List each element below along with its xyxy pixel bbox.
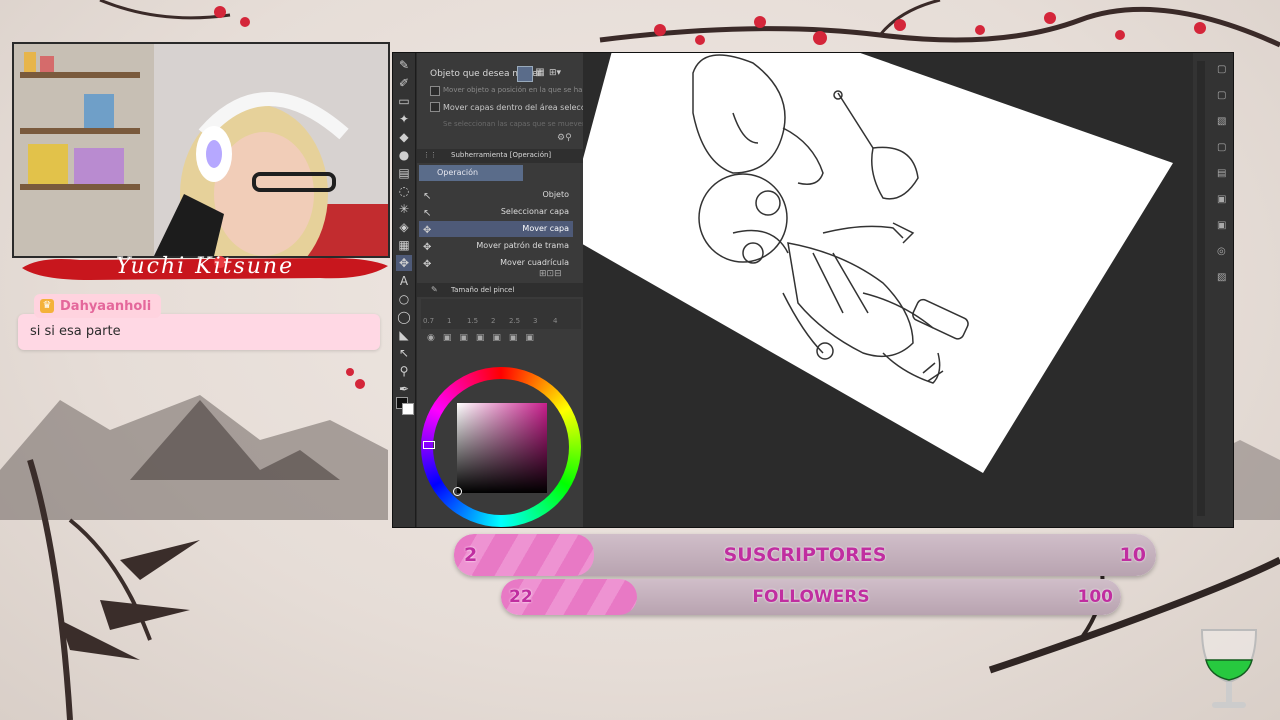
color-picker-handle[interactable] — [453, 487, 462, 496]
brush-icon[interactable]: ✐ — [396, 75, 412, 91]
brush-size-value[interactable]: 1 — [447, 317, 451, 325]
sub-color-swatch[interactable] — [402, 403, 414, 415]
subtool-item-mover-patron[interactable]: ✥ Mover patrón de trama — [419, 238, 573, 254]
decoration-icon[interactable]: ✦ — [396, 111, 412, 127]
brush-size-presets[interactable]: 0.7 1 1.5 2 2.5 3 4 — [421, 299, 581, 329]
text-icon[interactable]: A — [396, 273, 412, 289]
balloon-icon[interactable]: ◯ — [396, 309, 412, 325]
side-icons[interactable]: ▢ ▢ ▧ ▢ ▤ ▣ ▣ ◎ ▨ — [1217, 57, 1226, 291]
subtool-header: ⋮⋮ Subherramienta [Operación] — [417, 149, 583, 163]
fill-icon[interactable]: ◆ — [396, 129, 412, 145]
streamer-name: Yuchi Kitsune — [115, 254, 295, 279]
gradient-icon[interactable]: ▦ — [396, 237, 412, 253]
pen-icon[interactable]: ✎ — [396, 57, 412, 73]
brush-size-value[interactable]: 0.7 — [423, 317, 434, 325]
subtool-actions-icon[interactable]: ⊞⊡⊟ — [539, 269, 562, 279]
streamer-name-banner: Yuchi Kitsune — [20, 252, 390, 284]
settings-icon[interactable]: ⚙⚲ — [557, 133, 579, 145]
move-grid-icon: ✥ — [423, 259, 432, 267]
ruler-icon[interactable]: ◣ — [396, 327, 412, 343]
brush-size-title: Tamaño del pincel — [451, 286, 515, 294]
eraser-icon[interactable]: ▭ — [396, 93, 412, 109]
eyedropper-icon[interactable]: ✒ — [396, 381, 412, 397]
subtool-item-objeto[interactable]: ↖ Objeto — [419, 187, 573, 203]
grip-icon: ⋮⋮ — [423, 151, 437, 159]
canvas-area[interactable] — [583, 53, 1193, 527]
panel-tab-icons[interactable]: ◉▣▣▣▣▣▣ — [427, 333, 542, 343]
subtool-item-label: Mover capa — [522, 224, 569, 233]
object-cursor-icon: ↖ — [423, 191, 432, 202]
subtool-item-seleccionar-capa[interactable]: ↖ Seleccionar capa — [419, 204, 573, 220]
blend-icon[interactable]: ● — [396, 147, 412, 163]
webcam-feed — [12, 42, 390, 258]
brush-size-value[interactable]: 1.5 — [467, 317, 478, 325]
followers-target: 100 — [1077, 587, 1114, 607]
tool-bar: ✎ ✐ ▭ ✦ ◆ ● ▤ ◌ ✳ ◈ ▦ ✥ A ○ ◯ ◣ ↖ ⚲ ✒ — [393, 53, 416, 527]
brush-size-value[interactable]: 3 — [533, 317, 537, 325]
lasso-icon[interactable]: ◌ — [396, 183, 412, 199]
wand-icon[interactable]: ✳ — [396, 201, 412, 217]
operation-icon[interactable]: ↖ — [396, 345, 412, 361]
brush-size-value[interactable]: 2.5 — [509, 317, 520, 325]
webcam-image — [14, 44, 388, 256]
subscribers-target: 10 — [1119, 544, 1146, 566]
saturation-square[interactable] — [457, 403, 547, 493]
figure-icon[interactable]: ▤ — [396, 165, 412, 181]
followers-goal-bar: 22 FOLLOWERS 100 — [501, 579, 1121, 615]
tab-operacion-label: Operación — [437, 168, 479, 177]
move-icon[interactable]: ✥ — [396, 255, 412, 271]
tool-panel: Objeto que desea mover ▦ ⊞▾ Mover objeto… — [417, 53, 620, 527]
brush-size-header: ✎ Tamaño del pincel — [417, 283, 583, 297]
followers-label: FOLLOWERS — [752, 587, 870, 607]
move-in-selection-checkbox[interactable] — [430, 102, 440, 112]
brush-size-value[interactable]: 2 — [491, 317, 495, 325]
move-to-click-checkbox[interactable] — [430, 86, 440, 96]
subscribers-goal-bar: 2 SUSCRIPTORES 10 — [454, 534, 1156, 576]
goal-glass-icon — [1200, 629, 1258, 708]
subtool-item-label: Mover patrón de trama — [476, 241, 569, 250]
select-layer-icon: ↖ — [423, 208, 432, 219]
chat-message-text: si si esa parte — [30, 324, 121, 339]
drawing-canvas[interactable] — [583, 53, 1193, 527]
brush-size-value[interactable]: 4 — [553, 317, 557, 325]
subtool-item-mover-capa[interactable]: ✥ Mover capa — [419, 221, 573, 237]
crown-icon: ♛ — [40, 299, 54, 313]
bucket-icon[interactable]: ◈ — [396, 219, 412, 235]
subtool-title: Subherramienta [Operación] — [451, 151, 552, 159]
move-layer-icon: ✥ — [423, 225, 432, 236]
chat-username: Dahyaanholi — [60, 298, 152, 314]
hue-handle[interactable] — [423, 441, 435, 449]
subscribers-label: SUSCRIPTORES — [723, 544, 887, 566]
vertical-scrollbar[interactable] — [1197, 61, 1205, 516]
right-panel: ▢ ▢ ▧ ▢ ▤ ▣ ▣ ◎ ▨ — [1193, 53, 1233, 527]
drawing-app-window: ✎ ✐ ▭ ✦ ◆ ● ▤ ◌ ✳ ◈ ▦ ✥ A ○ ◯ ◣ ↖ ⚲ ✒ Ob… — [392, 52, 1234, 528]
ellipse-icon[interactable]: ○ — [396, 291, 412, 307]
chat-message: si si esa parte — [18, 314, 380, 350]
zoom-icon[interactable]: ⚲ — [396, 363, 412, 379]
chat-username-badge: ♛ Dahyaanholi — [34, 294, 162, 318]
layer-hint: Se seleccionan las capas que se mueven — [443, 120, 587, 128]
color-wheel[interactable] — [421, 367, 581, 527]
tab-operacion[interactable]: Operación — [419, 165, 523, 181]
pencil-icon: ✎ — [431, 285, 438, 294]
subtool-item-label: Objeto — [542, 190, 569, 199]
subtool-item-label: Mover cuadrícula — [500, 258, 569, 267]
pattern-dropdown[interactable]: ⊞▾ — [549, 66, 569, 80]
subtool-item-label: Seleccionar capa — [500, 207, 569, 216]
move-pattern-icon: ✥ — [423, 242, 432, 253]
object-select-button[interactable] — [517, 66, 533, 82]
grid-icon[interactable]: ▦ — [533, 66, 547, 80]
subtool-item-mover-cuadricula[interactable]: ✥ Mover cuadrícula — [419, 255, 573, 267]
